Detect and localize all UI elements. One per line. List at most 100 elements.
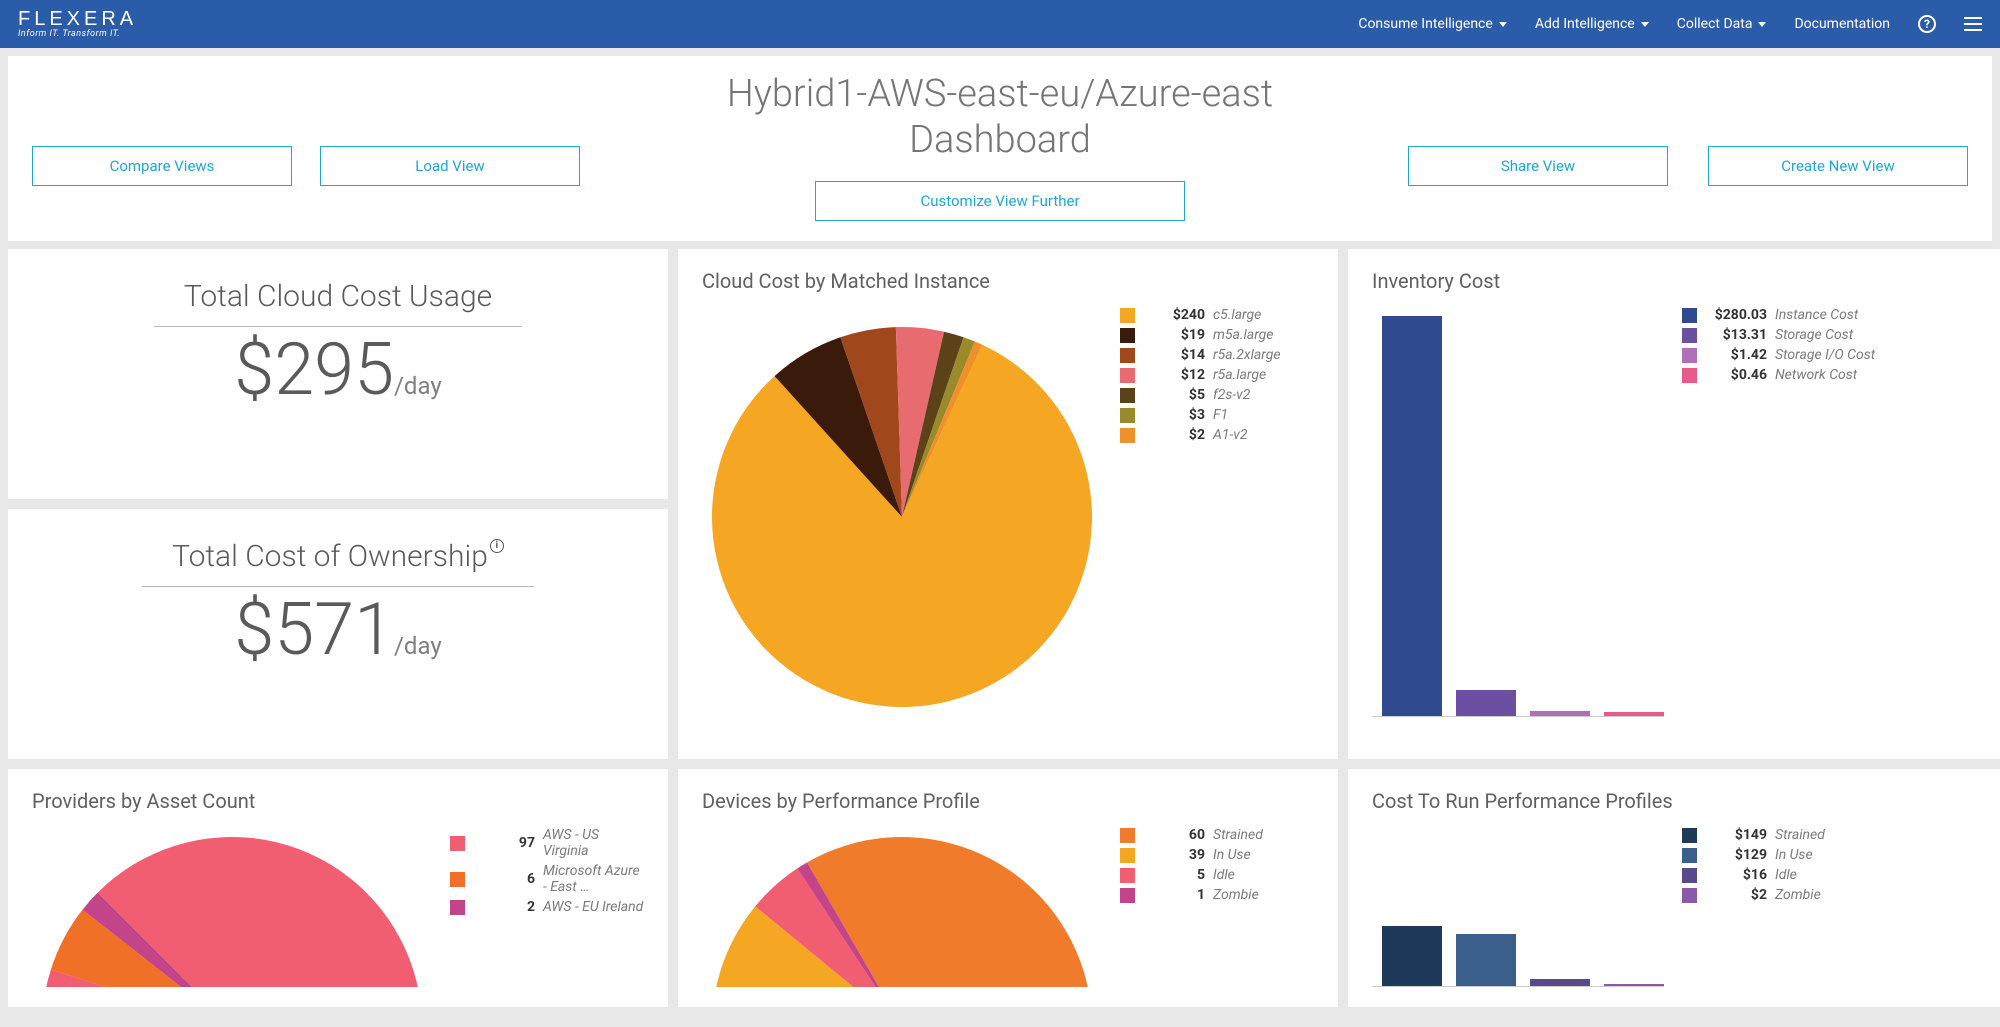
legend-row: $1.42 Storage I/O Cost xyxy=(1682,347,1984,363)
card-total-cost-ownership: Total Cost of Ownershipi $571/day xyxy=(8,509,668,759)
legend-swatch xyxy=(1120,888,1135,903)
legend-row: 6 Microsoft Azure - East … xyxy=(450,863,644,895)
legend-row: $14 r5a.2xlarge xyxy=(1120,347,1314,363)
bar[interactable] xyxy=(1456,690,1516,717)
legend-swatch xyxy=(1120,828,1135,843)
metric-value-row: $295/day xyxy=(32,327,644,412)
chart-legend: 60 Strained 39 In Use 5 Idle 1 Zombie xyxy=(1120,827,1314,987)
bar[interactable] xyxy=(1530,979,1590,986)
nav-right: Consume Intelligence Add Intelligence Co… xyxy=(1358,15,1982,33)
top-nav: FLEXERA Inform IT. Transform IT. Consume… xyxy=(0,0,2000,48)
legend-value: $12 xyxy=(1143,367,1205,383)
chart-title: Cloud Cost by Matched Instance xyxy=(702,269,1314,293)
info-icon[interactable]: i xyxy=(490,539,504,553)
card-cloud-cost-pie: Cloud Cost by Matched Instance $240 c5.l… xyxy=(678,249,1338,759)
chart-legend: $149 Strained $129 In Use $16 Idle $2 Zo… xyxy=(1682,827,1984,987)
load-view-button[interactable]: Load View xyxy=(320,146,580,186)
legend-label: Idle xyxy=(1775,867,1797,883)
help-icon[interactable]: ? xyxy=(1918,15,1936,33)
legend-label: r5a.2xlarge xyxy=(1213,347,1281,363)
legend-value: $5 xyxy=(1143,387,1205,403)
legend-row: $19 m5a.large xyxy=(1120,327,1314,343)
legend-value: 97 xyxy=(473,835,535,851)
share-view-button[interactable]: Share View xyxy=(1408,146,1668,186)
legend-value: 1 xyxy=(1143,887,1205,903)
bar-chart xyxy=(1372,307,1664,717)
legend-value: $280.03 xyxy=(1705,307,1767,323)
card-devices-pie: Devices by Performance Profile 60 Strain… xyxy=(678,769,1338,1007)
chevron-down-icon xyxy=(1641,22,1649,27)
legend-row: $129 In Use xyxy=(1682,847,1984,863)
nav-collect-data[interactable]: Collect Data xyxy=(1677,16,1767,32)
legend-swatch xyxy=(1120,328,1135,343)
legend-swatch xyxy=(1682,308,1697,323)
legend-row: $12 r5a.large xyxy=(1120,367,1314,383)
brand-tagline: Inform IT. Transform IT. xyxy=(18,30,137,39)
create-new-view-button[interactable]: Create New View xyxy=(1708,146,1968,186)
bar[interactable] xyxy=(1382,316,1442,716)
nav-documentation[interactable]: Documentation xyxy=(1794,16,1890,32)
legend-swatch xyxy=(450,900,465,915)
nav-add-intelligence[interactable]: Add Intelligence xyxy=(1535,16,1649,32)
chart-title: Providers by Asset Count xyxy=(32,789,644,813)
legend-value: 39 xyxy=(1143,847,1205,863)
legend-row: $280.03 Instance Cost xyxy=(1682,307,1984,323)
legend-swatch xyxy=(1682,888,1697,903)
bar[interactable] xyxy=(1604,712,1664,716)
legend-swatch xyxy=(1120,368,1135,383)
customize-view-button[interactable]: Customize View Further xyxy=(815,181,1185,221)
legend-swatch xyxy=(1682,868,1697,883)
legend-value: 2 xyxy=(473,899,535,915)
legend-swatch xyxy=(450,872,465,887)
bar[interactable] xyxy=(1382,926,1442,986)
legend-value: $0.46 xyxy=(1705,367,1767,383)
chart-legend: $280.03 Instance Cost $13.31 Storage Cos… xyxy=(1682,307,1984,717)
bar-chart xyxy=(1372,827,1664,987)
chart-legend: 97 AWS - US Virginia 6 Microsoft Azure -… xyxy=(450,827,644,987)
legend-label: Microsoft Azure - East … xyxy=(543,863,644,895)
legend-label: r5a.large xyxy=(1213,367,1266,383)
legend-swatch xyxy=(1682,328,1697,343)
legend-swatch xyxy=(1682,348,1697,363)
bar[interactable] xyxy=(1604,984,1664,986)
legend-label: In Use xyxy=(1775,847,1813,863)
bar[interactable] xyxy=(1530,711,1590,716)
nav-consume-intelligence[interactable]: Consume Intelligence xyxy=(1358,16,1506,32)
legend-value: 60 xyxy=(1143,827,1205,843)
bar[interactable] xyxy=(1456,934,1516,986)
legend-label: Network Cost xyxy=(1775,367,1857,383)
legend-value: $2 xyxy=(1705,887,1767,903)
legend-label: In Use xyxy=(1213,847,1251,863)
legend-row: $0.46 Network Cost xyxy=(1682,367,1984,383)
legend-label: Strained xyxy=(1775,827,1825,843)
legend-label: A1-v2 xyxy=(1213,427,1247,443)
legend-value: $149 xyxy=(1705,827,1767,843)
legend-swatch xyxy=(450,836,465,851)
legend-value: $129 xyxy=(1705,847,1767,863)
legend-row: 97 AWS - US Virginia xyxy=(450,827,644,859)
legend-value: $1.42 xyxy=(1705,347,1767,363)
metric-value-row: $571/day xyxy=(32,587,644,672)
legend-row: $13.31 Storage Cost xyxy=(1682,327,1984,343)
legend-value: $3 xyxy=(1143,407,1205,423)
menu-icon[interactable] xyxy=(1964,17,1982,31)
legend-label: AWS - US Virginia xyxy=(543,827,644,859)
legend-label: Zombie xyxy=(1775,887,1821,903)
legend-value: $2 xyxy=(1143,427,1205,443)
legend-value: 5 xyxy=(1143,867,1205,883)
legend-label: c5.large xyxy=(1213,307,1261,323)
legend-row: $240 c5.large xyxy=(1120,307,1314,323)
dashboard-grid: Total Cloud Cost Usage $295/day Total Co… xyxy=(0,241,2000,1015)
legend-swatch xyxy=(1120,428,1135,443)
legend-value: $14 xyxy=(1143,347,1205,363)
legend-label: Storage I/O Cost xyxy=(1775,347,1875,363)
chart-title: Devices by Performance Profile xyxy=(702,789,1314,813)
compare-views-button[interactable]: Compare Views xyxy=(32,146,292,186)
legend-swatch xyxy=(1682,368,1697,383)
metric-title: Total Cloud Cost Usage xyxy=(154,279,522,327)
legend-swatch xyxy=(1120,868,1135,883)
legend-value: $19 xyxy=(1143,327,1205,343)
legend-value: $13.31 xyxy=(1705,327,1767,343)
card-cost-to-run-bar: Cost To Run Performance Profiles $149 St… xyxy=(1348,769,2000,1007)
card-total-cloud-cost: Total Cloud Cost Usage $295/day xyxy=(8,249,668,499)
